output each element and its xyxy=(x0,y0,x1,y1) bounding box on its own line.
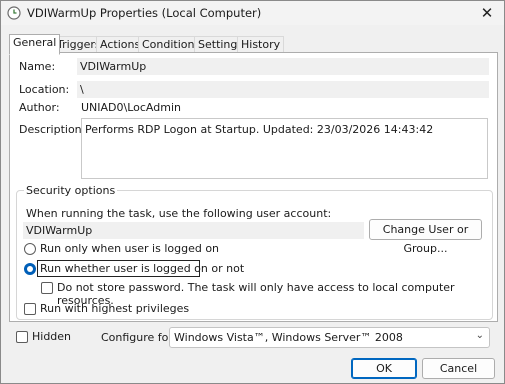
highest-privileges-label: Run with highest privileges xyxy=(40,302,190,315)
properties-dialog: VDIWarmUp Properties (Local Computer) ✕ … xyxy=(0,0,505,384)
account-prompt: When running the task, use the following… xyxy=(26,207,332,220)
radio-logged-on-label: Run only when user is logged on xyxy=(40,242,220,255)
configure-for-value: Windows Vista™, Windows Server™ 2008 xyxy=(174,331,403,344)
configure-for-select[interactable]: Windows Vista™, Windows Server™ 2008 ⌄ xyxy=(169,327,490,348)
highest-privileges-checkbox[interactable] xyxy=(24,303,36,315)
ok-button[interactable]: OK xyxy=(351,358,417,379)
name-field[interactable]: VDIWarmUp xyxy=(77,58,489,75)
author-value: UNIAD0\LocAdmin xyxy=(81,101,181,114)
no-store-password-checkbox[interactable] xyxy=(41,282,53,294)
security-options-title: Security options xyxy=(24,184,118,197)
tab-actions[interactable]: Actions xyxy=(96,36,145,53)
tab-general[interactable]: General xyxy=(9,34,61,55)
general-tab-panel: Name: VDIWarmUp Location: \ Author: UNIA… xyxy=(9,52,498,322)
title-bar: VDIWarmUp Properties (Local Computer) ✕ xyxy=(1,1,504,25)
location-label: Location: xyxy=(19,83,70,96)
hidden-label: Hidden xyxy=(32,330,72,343)
cancel-button[interactable]: Cancel xyxy=(422,358,495,379)
configure-for-label: Configure for: xyxy=(101,331,177,344)
user-account-field: VDIWarmUp xyxy=(23,222,364,239)
description-field[interactable]: Performs RDP Logon at Startup. Updated: … xyxy=(81,118,488,179)
tab-history[interactable]: History xyxy=(237,36,285,53)
description-label: Description: xyxy=(19,123,86,136)
change-user-button[interactable]: Change User or Group... xyxy=(369,219,482,255)
chevron-down-icon: ⌄ xyxy=(475,330,484,341)
hidden-checkbox[interactable] xyxy=(16,331,28,343)
clock-icon xyxy=(7,6,21,20)
window-title: VDIWarmUp Properties (Local Computer) xyxy=(27,6,262,20)
radio-whether-logged-on[interactable] xyxy=(24,263,36,275)
name-label: Name: xyxy=(19,60,56,73)
author-label: Author: xyxy=(19,101,60,114)
radio-whether-label: Run whether user is logged on or not xyxy=(40,262,245,275)
close-icon[interactable]: ✕ xyxy=(478,4,496,22)
radio-logged-on[interactable] xyxy=(24,243,36,255)
location-field: \ xyxy=(77,81,489,98)
